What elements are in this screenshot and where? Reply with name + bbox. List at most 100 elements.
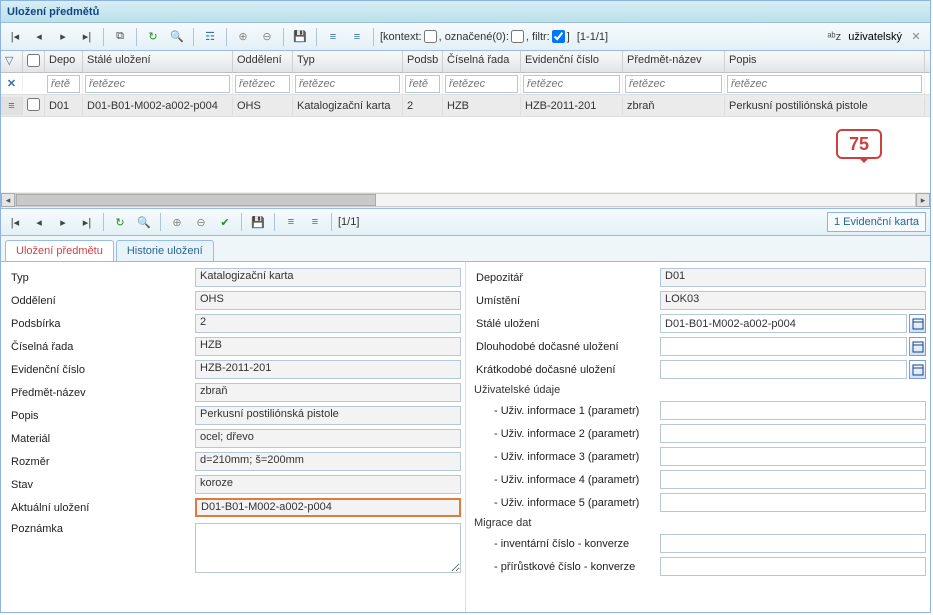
filter-col-icon[interactable]: ▽ [1, 51, 23, 72]
paging2: [1/1] [338, 216, 359, 228]
filter-stale[interactable] [85, 75, 230, 93]
val-u3[interactable] [660, 447, 926, 466]
last-page-icon[interactable]: ▸| [77, 27, 97, 47]
val-dlouh[interactable] [660, 337, 907, 356]
lbl-mat: Materiál [5, 433, 195, 445]
lbl-u5: - Uživ. informace 5 (parametr) [470, 497, 660, 509]
filter-podsb[interactable] [405, 75, 440, 93]
next2-icon[interactable]: ▸ [53, 212, 73, 232]
val-akt: D01-B01-M002-a002-p004 [195, 498, 461, 517]
filter-typ[interactable] [295, 75, 400, 93]
lbl-stav: Stav [5, 479, 195, 491]
val-podsb: 2 [195, 314, 461, 333]
horizontal-scrollbar[interactable]: ◂ ▸ [1, 192, 930, 208]
scroll-right-icon[interactable]: ▸ [916, 193, 930, 207]
tree-icon[interactable]: ☶ [200, 27, 220, 47]
val-inv[interactable] [660, 534, 926, 553]
selectall-checkbox[interactable] [27, 54, 40, 67]
val-pozn[interactable] [195, 523, 461, 573]
prev2-icon[interactable]: ◂ [29, 212, 49, 232]
val-u5[interactable] [660, 493, 926, 512]
picker-stale-icon[interactable] [909, 314, 926, 333]
lbl-u1: - Uživ. informace 1 (parametr) [470, 405, 660, 417]
cell-rada: HZB [443, 97, 521, 115]
col-popis[interactable]: Popis [725, 51, 925, 72]
last2-icon[interactable]: ▸| [77, 212, 97, 232]
table-row[interactable]: ≡ D01 D01-B01-M002-a002-p004 OHS Katalog… [1, 95, 930, 117]
filt2b-icon[interactable]: ≡ [305, 212, 325, 232]
val-popis: Perkusní postiliónská pistole [195, 406, 461, 425]
close-filter-icon[interactable]: ✕ [1, 76, 23, 91]
tab-ulozeni[interactable]: Uložení předmětu [5, 240, 114, 261]
sort-icon[interactable]: ᵃᵇz [824, 27, 844, 47]
check-icon[interactable]: ✔ [215, 212, 235, 232]
copy-icon[interactable]: ⧉ [110, 27, 130, 47]
col-evid[interactable]: Evidenční číslo [521, 51, 623, 72]
lbl-stale: Stálé uložení [470, 318, 660, 330]
val-u4[interactable] [660, 470, 926, 489]
col-depo[interactable]: Depo [45, 51, 83, 72]
lbl-depoz: Depozitář [470, 272, 660, 284]
filter-evid[interactable] [523, 75, 620, 93]
col-typ[interactable]: Typ [293, 51, 403, 72]
val-mat: ocel; dřevo [195, 429, 461, 448]
row-menu-icon[interactable]: ≡ [1, 97, 23, 115]
settings-icon[interactable]: ✕ [906, 27, 926, 47]
refresh-icon[interactable]: ↻ [143, 27, 163, 47]
remove2-icon[interactable]: ⊖ [191, 212, 211, 232]
filter-depo[interactable] [47, 75, 80, 93]
oznacene-checkbox[interactable] [511, 30, 524, 43]
lbl-nazev: Předmět-název [5, 387, 195, 399]
val-u1[interactable] [660, 401, 926, 420]
col-odd[interactable]: Oddělení [233, 51, 293, 72]
first-page-icon[interactable]: |◂ [5, 27, 25, 47]
val-typ: Katalogizační karta [195, 268, 461, 287]
evidencni-karta-badge[interactable]: 1 Evidenční karta [827, 212, 926, 232]
col-podsb[interactable]: Podsb [403, 51, 443, 72]
add-icon[interactable]: ⊕ [233, 27, 253, 47]
filtr-checkbox[interactable] [552, 30, 565, 43]
kontext-checkbox[interactable] [424, 30, 437, 43]
col-nazev[interactable]: Předmět-název [623, 51, 725, 72]
val-stale[interactable] [660, 314, 907, 333]
cell-depo: D01 [45, 97, 83, 115]
filter-popis[interactable] [727, 75, 922, 93]
val-roz: d=210mm; š=200mm [195, 452, 461, 471]
main-toolbar: |◂ ◂ ▸ ▸| ⧉ ↻ 🔍 ☶ ⊕ ⊖ 💾 ≡ ≡ [kontext: , … [1, 23, 930, 51]
lbl-u4: - Uživ. informace 4 (parametr) [470, 474, 660, 486]
next-page-icon[interactable]: ▸ [53, 27, 73, 47]
lbl-inv: - inventární číslo - konverze [470, 538, 660, 550]
val-depoz: D01 [660, 268, 926, 287]
save-icon[interactable]: 💾 [290, 27, 310, 47]
tab-historie[interactable]: Historie uložení [116, 240, 214, 261]
row-checkbox[interactable] [27, 98, 40, 111]
col-stale[interactable]: Stálé uložení [83, 51, 233, 72]
search2-icon[interactable]: 🔍 [134, 212, 154, 232]
filter1-icon[interactable]: ≡ [323, 27, 343, 47]
val-prir[interactable] [660, 557, 926, 576]
remove-icon[interactable]: ⊖ [257, 27, 277, 47]
col-rada[interactable]: Číselná řada [443, 51, 521, 72]
refresh2-icon[interactable]: ↻ [110, 212, 130, 232]
filter-rada[interactable] [445, 75, 518, 93]
add2-icon[interactable]: ⊕ [167, 212, 187, 232]
picker-krat-icon[interactable] [909, 360, 926, 379]
filter-row: ✕ [1, 73, 930, 95]
grid-header: ▽ Depo Stálé uložení Oddělení Typ Podsb … [1, 51, 930, 73]
search-icon[interactable]: 🔍 [167, 27, 187, 47]
save2-icon[interactable]: 💾 [248, 212, 268, 232]
filter-odd[interactable] [235, 75, 290, 93]
filt2a-icon[interactable]: ≡ [281, 212, 301, 232]
lbl-evid: Evidenční číslo [5, 364, 195, 376]
picker-dlouh-icon[interactable] [909, 337, 926, 356]
val-u2[interactable] [660, 424, 926, 443]
scroll-left-icon[interactable]: ◂ [1, 193, 15, 207]
filter-nazev[interactable] [625, 75, 722, 93]
section-migr: Migrace dat [466, 514, 930, 532]
prev-page-icon[interactable]: ◂ [29, 27, 49, 47]
val-krat[interactable] [660, 360, 907, 379]
lbl-u2: - Uživ. informace 2 (parametr) [470, 428, 660, 440]
filter2-icon[interactable]: ≡ [347, 27, 367, 47]
first2-icon[interactable]: |◂ [5, 212, 25, 232]
cell-podsb: 2 [403, 97, 443, 115]
